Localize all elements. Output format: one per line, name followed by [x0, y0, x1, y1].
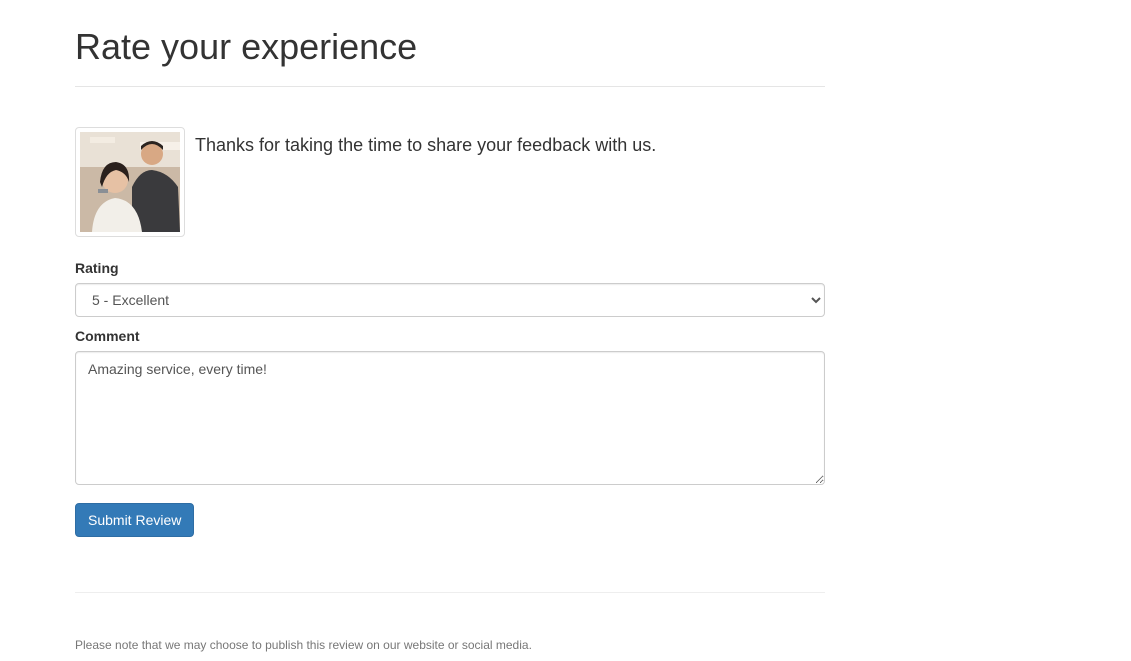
salon-photo: [80, 132, 180, 232]
comment-textarea[interactable]: Amazing service, every time!: [75, 351, 825, 485]
comment-label: Comment: [75, 328, 140, 344]
rating-group: Rating 5 - Excellent: [75, 259, 825, 317]
intro-text: Thanks for taking the time to share your…: [195, 135, 657, 155]
title-divider: [75, 86, 825, 87]
page-container: Rate your experience Thanks for taking t…: [75, 0, 825, 653]
footer-divider: [75, 592, 825, 593]
submit-review-button[interactable]: Submit Review: [75, 503, 195, 537]
rating-label: Rating: [75, 260, 119, 276]
intro-section: Thanks for taking the time to share your…: [75, 127, 825, 237]
salon-photo-thumbnail: [75, 127, 185, 237]
publish-note: Please note that we may choose to publis…: [75, 638, 532, 652]
comment-group: Comment Amazing service, every time!: [75, 327, 825, 490]
page-title: Rate your experience: [75, 26, 418, 67]
rating-select[interactable]: 5 - Excellent: [75, 283, 825, 317]
